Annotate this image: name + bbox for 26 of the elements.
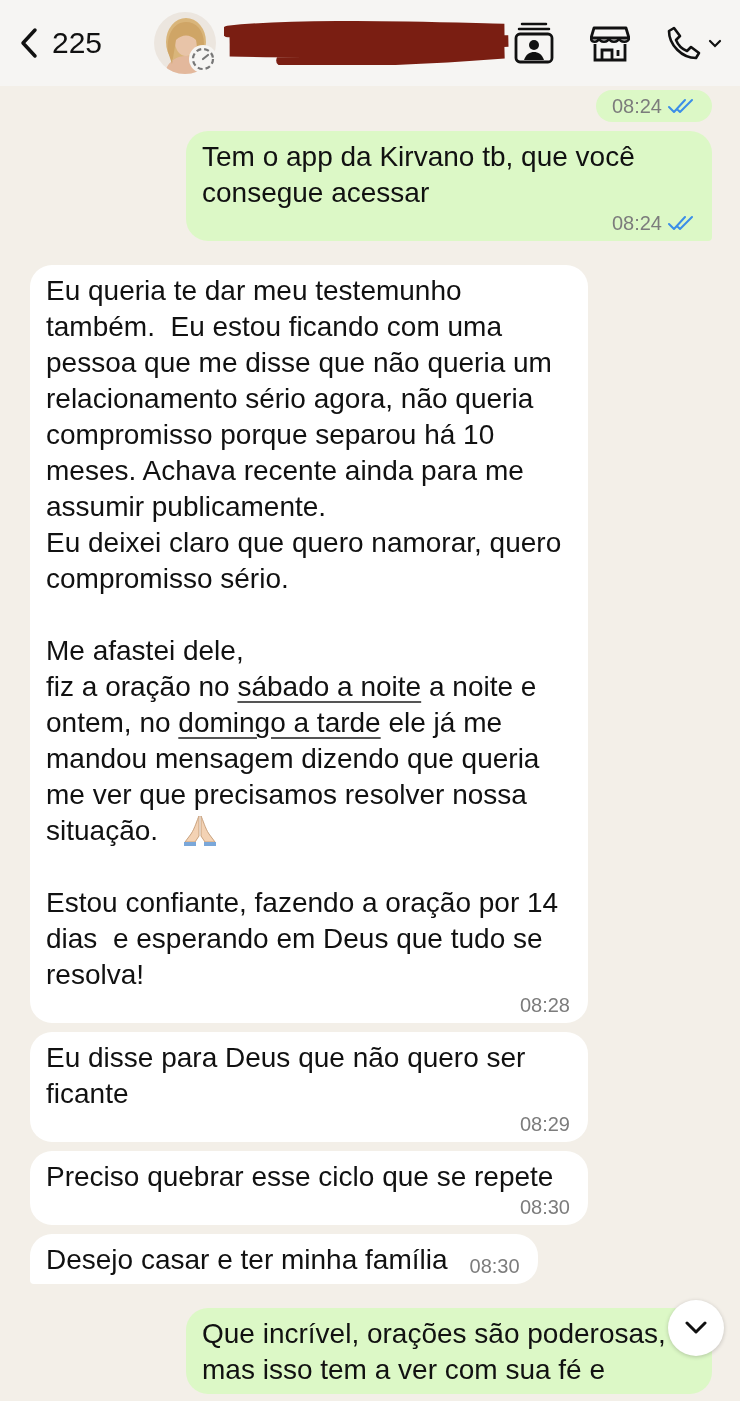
date-link[interactable]: domingo a tarde <box>178 707 381 738</box>
message-text: Preciso quebrar esse ciclo que se repete <box>46 1160 554 1194</box>
call-button[interactable] <box>666 25 722 61</box>
scroll-down-button[interactable] <box>668 1300 724 1356</box>
date-link[interactable]: sábado a noite <box>237 671 422 702</box>
message-text: Desejo casar e ter minha família <box>46 1243 448 1277</box>
chevron-down-icon <box>685 1321 707 1335</box>
phone-icon <box>666 25 702 61</box>
caret-icon <box>708 38 722 48</box>
praying-hands-icon <box>181 814 218 846</box>
message-text: Que incrível, orações são poderosas, mas isso tem a ver com sua fé e <box>202 1317 667 1387</box>
message-text: Eu disse para Deus que não quero ser ficante <box>46 1041 527 1111</box>
chevron-left-icon <box>20 27 38 59</box>
message-time: 08:29 <box>519 1112 570 1136</box>
back-button[interactable]: 225 <box>20 26 103 60</box>
store-button[interactable] <box>590 24 630 62</box>
message-time: 08:24 <box>611 211 662 235</box>
message-time: 08:28 <box>519 993 570 1017</box>
message-text: Eu queria te dar meu testemunho também. Eu estou ficando com uma pessoa que me disse que não queria um relacionamento sério agora, não queria compromisso porque separou há 10 meses. Achava recente ainda para me assumir publicamente. Eu deixei claro que quero namorar, quero compromisso sério. Me afastei dele, fiz a oração no sábado a noite a noite e ontem, no domingo a tarde ele já me mandou mensagem dizendo que queria me ver que precisamos resolver nossa situação. Estou confiante, fazendo a oração por 14 dias e esperando em Deus que tudo se resolva! <box>46 274 563 992</box>
message-time: 08:30 <box>519 1195 570 1219</box>
message-time: 08:24 <box>611 94 662 118</box>
message-text: Tem o app da Kirvano tb, que você consegue acessar <box>202 140 636 210</box>
message-time: 08:30 <box>469 1254 520 1278</box>
contact-card-button[interactable] <box>514 22 554 64</box>
store-icon <box>590 24 630 62</box>
contact-card-icon <box>514 22 554 64</box>
